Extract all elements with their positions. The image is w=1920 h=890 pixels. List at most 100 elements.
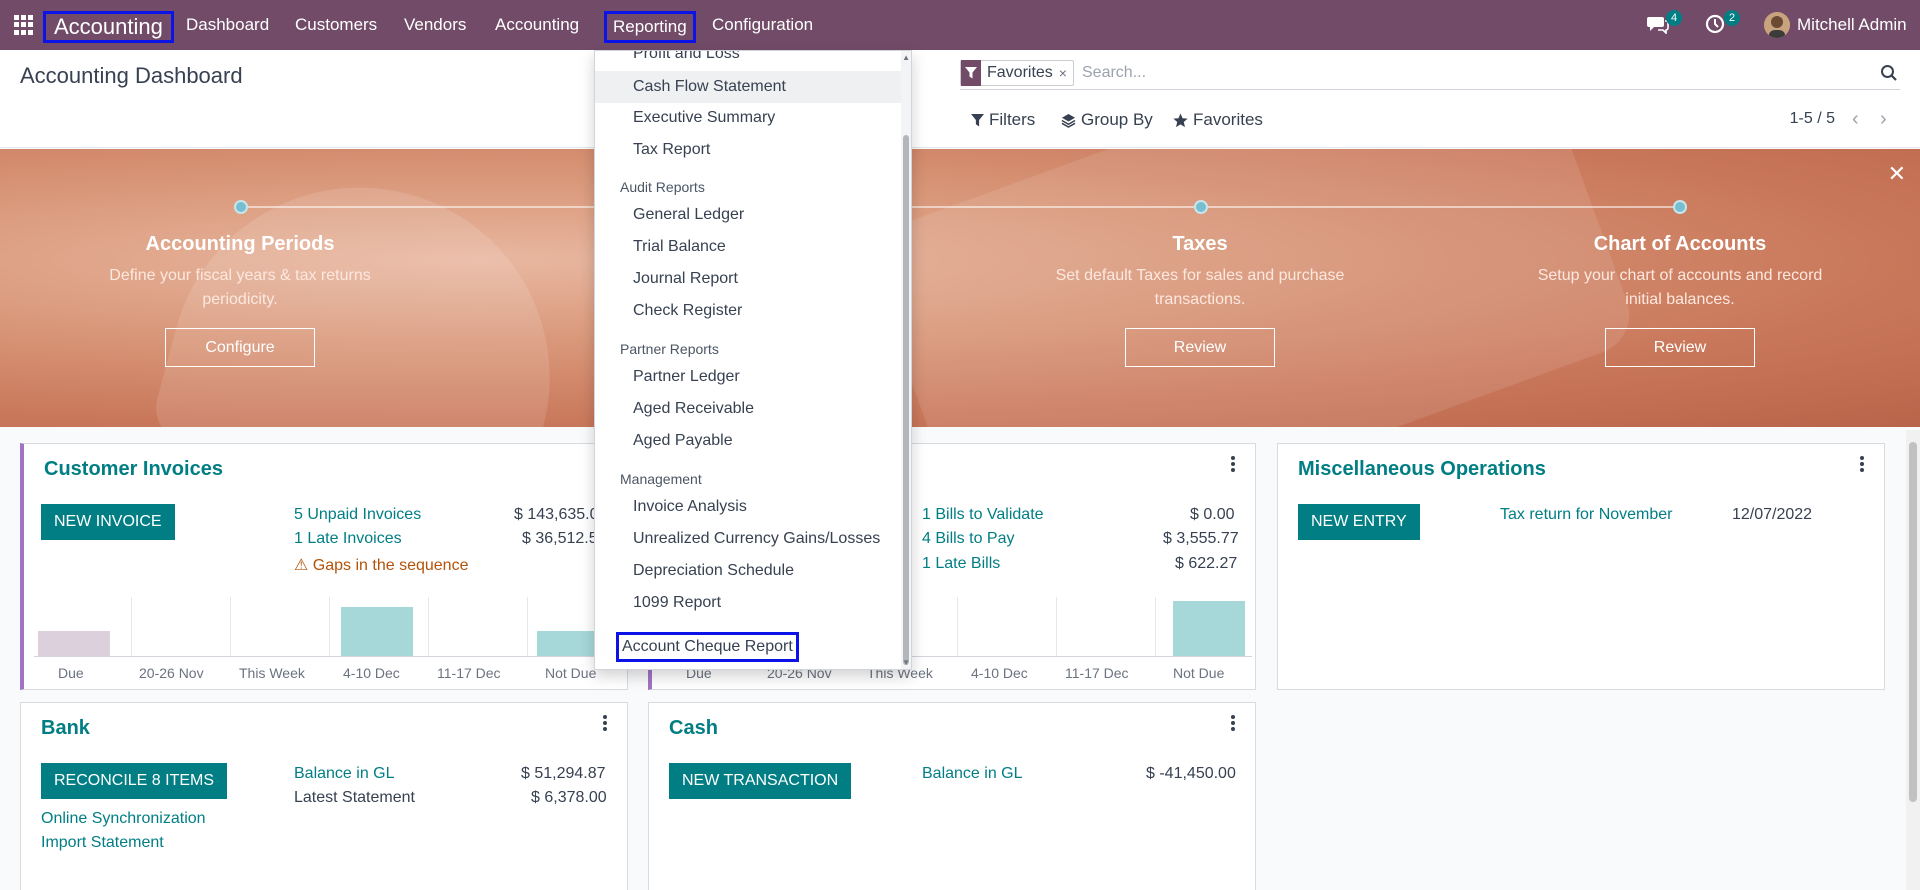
menu-item-partner-ledger[interactable]: Partner Ledger <box>633 368 740 386</box>
layers-icon <box>1061 113 1076 128</box>
menu-reporting[interactable]: Reporting <box>604 11 696 43</box>
unpaid-invoices-link[interactable]: 5 Unpaid Invoices <box>294 506 421 524</box>
card-title[interactable]: Cash <box>669 717 718 740</box>
chart-label: Not Due <box>545 665 597 681</box>
facet-remove-icon[interactable]: × <box>1059 65 1073 81</box>
menu-dashboard[interactable]: Dashboard <box>186 15 269 35</box>
tax-return-link[interactable]: Tax return for November <box>1500 506 1673 524</box>
card-title[interactable]: Customer Invoices <box>44 458 223 481</box>
page-title: Accounting Dashboard <box>20 63 243 88</box>
scroll-up-icon[interactable]: ▲ <box>902 53 910 62</box>
step-dot <box>1673 200 1687 214</box>
menu-vendors[interactable]: Vendors <box>404 15 466 35</box>
pager-next-icon[interactable]: › <box>1880 108 1887 131</box>
filters-button[interactable]: Filters <box>971 110 1035 130</box>
close-banner-icon[interactable]: ✕ <box>1888 161 1906 187</box>
chart-divider <box>527 597 528 657</box>
step-chart-of-accounts: Chart of Accounts Setup your chart of ac… <box>1520 233 1840 312</box>
invoices-chart[interactable] <box>34 597 624 657</box>
reconcile-button[interactable]: RECONCILE 8 ITEMS <box>41 763 228 799</box>
menu-item-account-cheque-report[interactable]: Account Cheque Report <box>616 632 799 662</box>
menu-configuration[interactable]: Configuration <box>712 15 813 35</box>
search-input[interactable] <box>1082 62 1732 84</box>
chart-divider <box>957 597 958 657</box>
card-menu-icon[interactable] <box>1860 456 1864 472</box>
favorites-button[interactable]: Favorites <box>1173 110 1263 130</box>
bills-to-pay-link[interactable]: 4 Bills to Pay <box>922 530 1014 548</box>
menu-customers[interactable]: Customers <box>295 15 377 35</box>
menu-header-management: Management <box>620 471 702 487</box>
review-chart-button[interactable]: Review <box>1605 328 1755 367</box>
group-by-label: Group By <box>1081 110 1153 129</box>
new-invoice-button[interactable]: NEW INVOICE <box>41 504 175 540</box>
group-by-button[interactable]: Group By <box>1061 110 1153 130</box>
step-title: Taxes <box>1172 233 1228 255</box>
late-invoices-link[interactable]: 1 Late Invoices <box>294 530 402 548</box>
online-sync-link[interactable]: Online Synchronization <box>41 810 206 828</box>
chart-bar-due[interactable] <box>38 631 110 657</box>
gaps-warning[interactable]: ⚠ Gaps in the sequence <box>294 555 468 575</box>
new-transaction-button[interactable]: NEW TRANSACTION <box>669 763 852 799</box>
search-icon[interactable] <box>1880 64 1898 82</box>
dropdown-scrollbar[interactable]: ▲ ▼ <box>901 51 911 669</box>
menu-item-general-ledger[interactable]: General Ledger <box>633 206 744 224</box>
favorites-label: Favorites <box>1193 110 1263 129</box>
late-invoices-amount: $ 36,512.5 <box>522 530 598 547</box>
card-title[interactable]: Miscellaneous Operations <box>1298 458 1546 481</box>
top-navbar: Accounting Dashboard Customers Vendors A… <box>0 0 1920 50</box>
apps-menu-icon[interactable] <box>14 15 34 35</box>
menu-item-aged-payable[interactable]: Aged Payable <box>633 432 733 450</box>
menu-item-tax-report[interactable]: Tax Report <box>633 141 710 159</box>
tax-return-date: 12/07/2022 <box>1732 506 1813 523</box>
step-dot <box>1194 200 1208 214</box>
customer-invoices-card: Customer Invoices NEW INVOICE 5 Unpaid I… <box>20 443 628 690</box>
menu-item-invoice-analysis[interactable]: Invoice Analysis <box>633 498 747 516</box>
warning-icon: ⚠ <box>294 557 309 574</box>
step-accounting-periods: Accounting Periods Define your fiscal ye… <box>80 233 400 312</box>
menu-item-executive-summary[interactable]: Executive Summary <box>633 109 775 127</box>
user-name[interactable]: Mitchell Admin <box>1797 15 1907 35</box>
page-scrollbar[interactable] <box>1906 430 1920 890</box>
search-facet[interactable]: Favorites × <box>960 60 1074 86</box>
chart-divider <box>329 597 330 657</box>
app-brand[interactable]: Accounting <box>43 11 174 43</box>
filter-icon <box>971 113 984 126</box>
step-description: Set default Taxes for sales and purchase… <box>1055 267 1345 308</box>
menu-accounting[interactable]: Accounting <box>495 15 579 35</box>
user-avatar[interactable] <box>1764 12 1790 38</box>
scroll-down-icon[interactable]: ▼ <box>902 658 910 667</box>
pager-value[interactable]: 1-5 / 5 <box>1790 110 1835 128</box>
menu-item-trial-balance[interactable]: Trial Balance <box>633 238 726 256</box>
late-bills-link[interactable]: 1 Late Bills <box>922 555 1000 573</box>
menu-item-cash-flow-statement[interactable]: Cash Flow Statement <box>595 71 903 103</box>
chart-label: 4-10 Dec <box>971 665 1028 681</box>
menu-item-aged-receivable[interactable]: Aged Receivable <box>633 400 754 418</box>
menu-item-check-register[interactable]: Check Register <box>633 302 742 320</box>
bills-to-validate-amount: $ 0.00 <box>1190 506 1235 523</box>
balance-in-gl-link[interactable]: Balance in GL <box>294 765 395 783</box>
review-taxes-button[interactable]: Review <box>1125 328 1275 367</box>
menu-item-profit-and-loss[interactable]: Profit and Loss <box>633 51 740 63</box>
bank-card: Bank RECONCILE 8 ITEMS Balance in GL $ 5… <box>20 702 628 890</box>
dropdown-scroll-thumb[interactable] <box>903 135 909 665</box>
card-menu-icon[interactable] <box>603 715 607 731</box>
card-menu-icon[interactable] <box>1231 456 1235 472</box>
pager-previous-icon[interactable]: ‹ <box>1852 108 1859 131</box>
gaps-label: Gaps in the sequence <box>312 557 469 574</box>
configure-button[interactable]: Configure <box>165 328 315 367</box>
import-statement-link[interactable]: Import Statement <box>41 834 164 852</box>
bills-to-validate-link[interactable]: 1 Bills to Validate <box>922 506 1044 524</box>
page-scroll-thumb[interactable] <box>1909 442 1917 802</box>
menu-item-unrealized-currency[interactable]: Unrealized Currency Gains/Losses <box>633 530 880 548</box>
filter-facet-icon <box>961 60 981 86</box>
card-menu-icon[interactable] <box>1231 715 1235 731</box>
step-title: Chart of Accounts <box>1593 233 1767 255</box>
balance-in-gl-link[interactable]: Balance in GL <box>922 765 1023 783</box>
card-title[interactable]: Bank <box>41 717 90 740</box>
menu-item-1099-report[interactable]: 1099 Report <box>633 594 721 612</box>
menu-item-journal-report[interactable]: Journal Report <box>633 270 738 288</box>
chart-bar-not-due[interactable] <box>1173 601 1245 657</box>
new-entry-button[interactable]: NEW ENTRY <box>1298 504 1420 540</box>
chart-bar-4-10-dec[interactable] <box>341 607 413 657</box>
menu-item-depreciation-schedule[interactable]: Depreciation Schedule <box>633 562 794 580</box>
